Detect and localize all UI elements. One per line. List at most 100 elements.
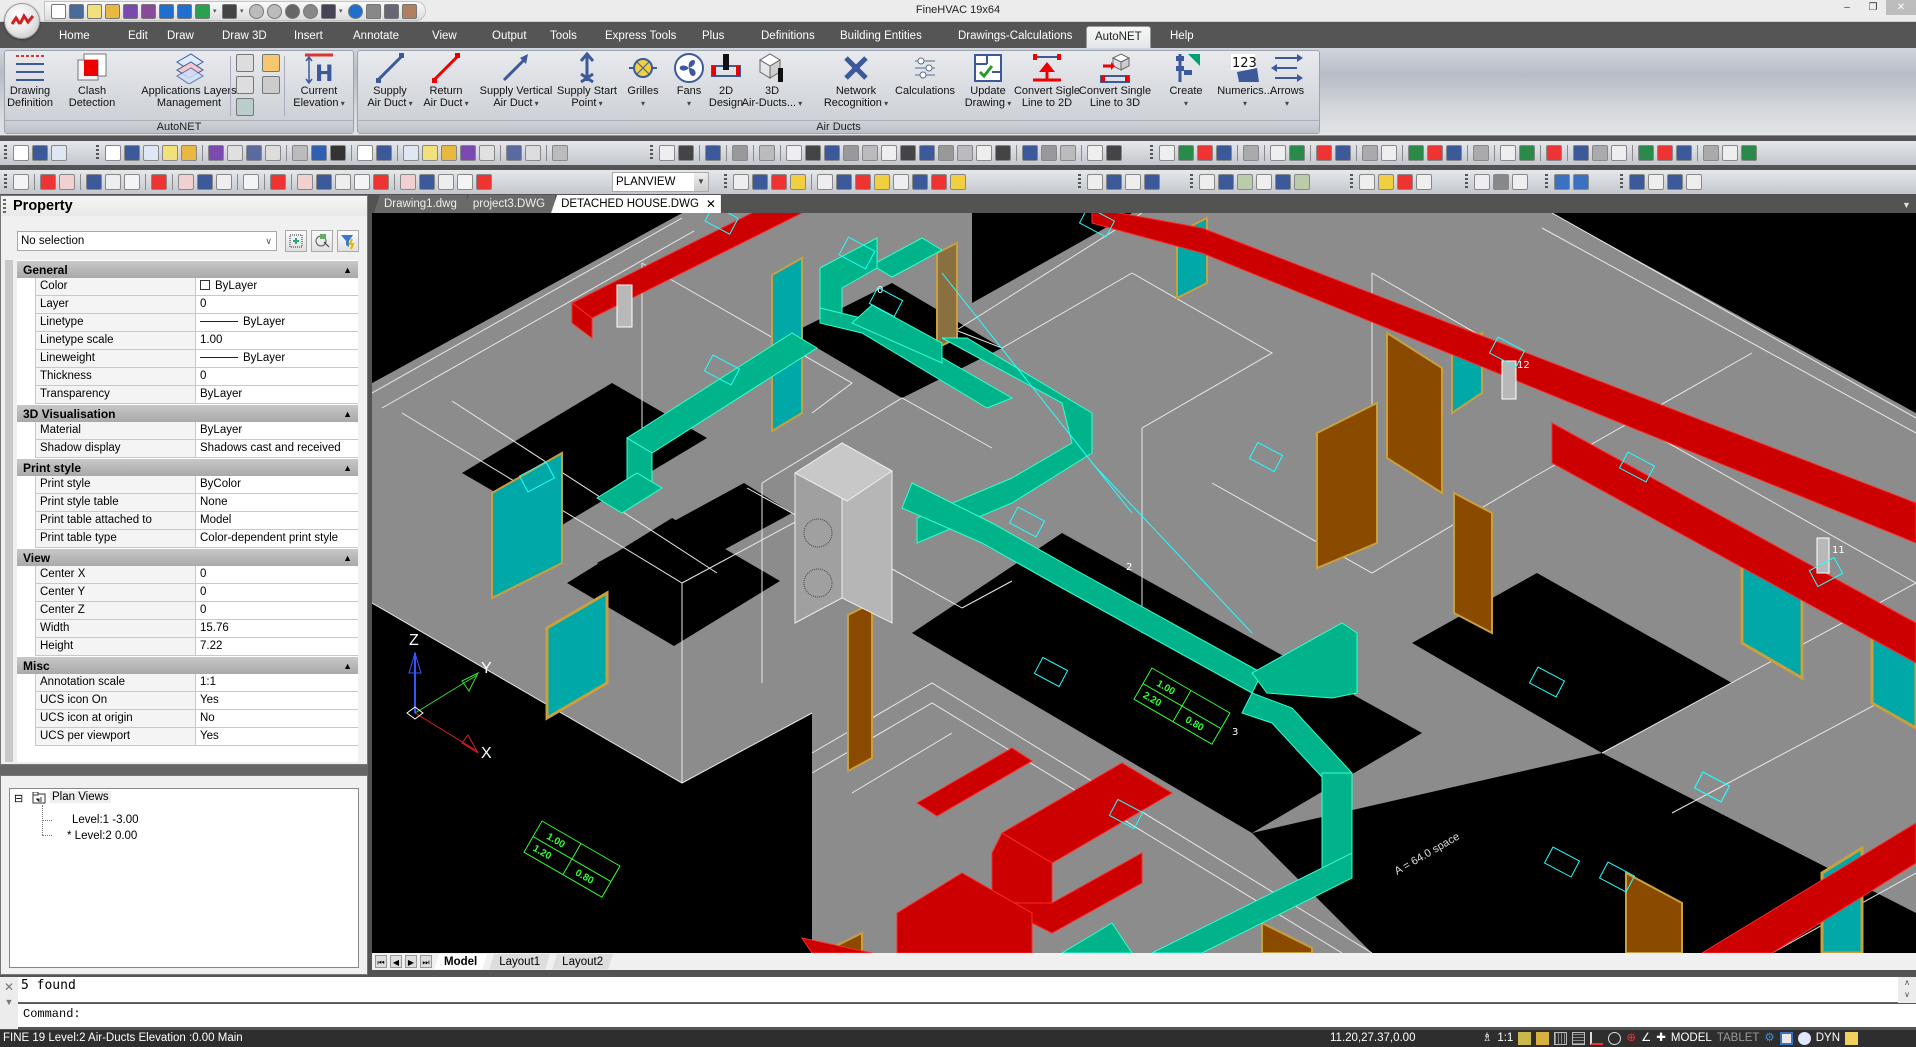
toolbar-tool-icon[interactable]: [1722, 145, 1738, 161]
property-value[interactable]: No: [196, 710, 358, 727]
toolbar-tool-icon[interactable]: [1474, 174, 1490, 190]
toolbar-tool-icon[interactable]: [197, 174, 213, 190]
property-value[interactable]: ByLayer: [196, 422, 358, 439]
create-button[interactable]: Create: [1148, 51, 1224, 117]
gear-icon[interactable]: ⚙: [1764, 1030, 1774, 1047]
property-row[interactable]: Width 15.76: [35, 620, 358, 638]
chevron-down-icon[interactable]: ▼: [0, 997, 18, 1007]
toolbar-tool-icon[interactable]: [105, 145, 121, 161]
toolbar-tool-icon[interactable]: [335, 174, 351, 190]
toolbar-tool-icon[interactable]: [1573, 174, 1589, 190]
prev-layout-button[interactable]: ◀: [390, 955, 402, 968]
toolbar-tool-icon[interactable]: [1378, 174, 1394, 190]
toolbar-tool-icon[interactable]: [357, 145, 373, 161]
toolbar-tool-icon[interactable]: [817, 174, 833, 190]
grid-icon[interactable]: [1572, 1032, 1586, 1045]
property-row[interactable]: Linetype ByLayer: [35, 314, 358, 332]
return-duct-button[interactable]: Return Air Duct: [423, 51, 468, 117]
tab-tools[interactable]: Tools: [542, 28, 585, 48]
auto-scale-icon[interactable]: [1536, 1032, 1550, 1045]
annotation-icon[interactable]: ♗: [1482, 1030, 1492, 1047]
toolbar-tool-icon[interactable]: [659, 145, 675, 161]
panel-grip[interactable]: [3, 199, 6, 213]
toolbar-grip[interactable]: [650, 145, 653, 161]
property-row[interactable]: UCS icon at origin No: [35, 710, 358, 728]
otrack-icon[interactable]: ∠: [1641, 1030, 1651, 1047]
tab-building-entities[interactable]: Building Entities: [832, 28, 930, 48]
view-select[interactable]: PLANVIEW ▼: [612, 172, 709, 192]
toolbar-tool-icon[interactable]: [1125, 174, 1141, 190]
property-row[interactable]: Thickness 0: [35, 368, 358, 386]
tablet-toggle[interactable]: TABLET: [1717, 1030, 1760, 1047]
toolbar-tool-icon[interactable]: [460, 145, 476, 161]
property-row[interactable]: Print style table None: [35, 494, 358, 512]
property-value[interactable]: Yes: [196, 728, 358, 745]
toolbar-tool-icon[interactable]: [376, 145, 392, 161]
property-value[interactable]: ByLayer: [196, 278, 358, 295]
toolbar-tool-icon[interactable]: [297, 174, 313, 190]
collapse-icon[interactable]: ▲: [343, 459, 352, 477]
annotation-visibility-icon[interactable]: [1518, 1032, 1532, 1045]
toolbar-tool-icon[interactable]: [1087, 145, 1103, 161]
toolbar-tool-icon[interactable]: [216, 174, 232, 190]
toolbar-tool-icon[interactable]: [836, 174, 852, 190]
toolbar-grip[interactable]: [1350, 174, 1353, 190]
toolbar-tool-icon[interactable]: [1408, 145, 1424, 161]
annotation-scale[interactable]: 1:1: [1497, 1030, 1513, 1047]
toolbar-tool-icon[interactable]: [316, 174, 332, 190]
toolbar-tool-icon[interactable]: [1275, 174, 1291, 190]
property-row[interactable]: Linetype scale 1.00: [35, 332, 358, 350]
toolbar-tool-icon[interactable]: [51, 145, 67, 161]
collapse-icon[interactable]: ▲: [343, 549, 352, 567]
property-value[interactable]: ByLayer: [196, 386, 358, 403]
vertical-duct-button[interactable]: Supply Vertical Air Duct: [474, 51, 558, 117]
panel-splitter[interactable]: [0, 765, 368, 775]
toolbar-tool-icon[interactable]: [525, 145, 541, 161]
toolbar-grip[interactable]: [1150, 145, 1153, 161]
toolbar-tool-icon[interactable]: [1218, 174, 1234, 190]
fan-button[interactable]: Fans: [668, 51, 710, 117]
toolbar-tool-icon[interactable]: [1638, 145, 1654, 161]
toolbar-tool-icon[interactable]: [1512, 174, 1528, 190]
toolbar-tool-icon[interactable]: [1667, 174, 1683, 190]
toolbar-tool-icon[interactable]: [1237, 174, 1253, 190]
toolbar-tool-icon[interactable]: [208, 145, 224, 161]
toolbar-tool-icon[interactable]: [874, 174, 890, 190]
model-space-toggle[interactable]: MODEL: [1671, 1030, 1712, 1047]
toolbar-tool-icon[interactable]: [1359, 174, 1375, 190]
toolbar-tool-icon[interactable]: [1041, 145, 1057, 161]
toolbar-tool-icon[interactable]: [1519, 145, 1535, 161]
property-value[interactable]: Yes: [196, 692, 358, 709]
property-scrollbar[interactable]: [5, 260, 13, 762]
toolbar-tool-icon[interactable]: [1381, 145, 1397, 161]
toolbar-tool-icon[interactable]: [733, 174, 749, 190]
toolbar-tool-icon[interactable]: [1197, 145, 1213, 161]
toolbar-tool-icon[interactable]: [1592, 145, 1608, 161]
toolbar-tool-icon[interactable]: [893, 174, 909, 190]
toolbar-tool-icon[interactable]: [938, 145, 954, 161]
toolbar-tool-icon[interactable]: [732, 145, 748, 161]
toolbar-tool-icon[interactable]: [354, 174, 370, 190]
toolbar-tool-icon[interactable]: [1629, 174, 1645, 190]
property-category[interactable]: Misc ▲: [17, 656, 358, 674]
selection-combo[interactable]: No selection ∨: [17, 231, 277, 251]
toolbar-tool-icon[interactable]: [1087, 174, 1103, 190]
property-row[interactable]: Lineweight ByLayer: [35, 350, 358, 368]
property-value[interactable]: ByLayer: [196, 350, 358, 367]
close-button[interactable]: ✕: [1886, 0, 1916, 15]
doc-tab[interactable]: project3.DWG: [462, 195, 556, 213]
toolbar-tool-icon[interactable]: [178, 174, 194, 190]
pipes-icon[interactable]: [262, 76, 280, 94]
toolbar-tool-icon[interactable]: [1573, 145, 1589, 161]
toolbar-tool-icon[interactable]: [32, 145, 48, 161]
toolbar-tool-icon[interactable]: [243, 174, 259, 190]
property-value[interactable]: ByLayer: [196, 314, 358, 331]
polar-icon[interactable]: [1608, 1032, 1622, 1045]
property-row[interactable]: Print table attached to Model: [35, 512, 358, 530]
toolbar-tool-icon[interactable]: [476, 174, 492, 190]
property-value[interactable]: Shadows cast and received: [196, 440, 358, 457]
toolbar-tool-icon[interactable]: [1741, 145, 1757, 161]
tab-definitions[interactable]: Definitions: [753, 28, 823, 48]
drawing-canvas[interactable]: 0 2 3 11 12 1.00 2.20 0.80 1.00 1.20 0.8…: [372, 213, 1916, 953]
toolbar-tool-icon[interactable]: [311, 145, 327, 161]
